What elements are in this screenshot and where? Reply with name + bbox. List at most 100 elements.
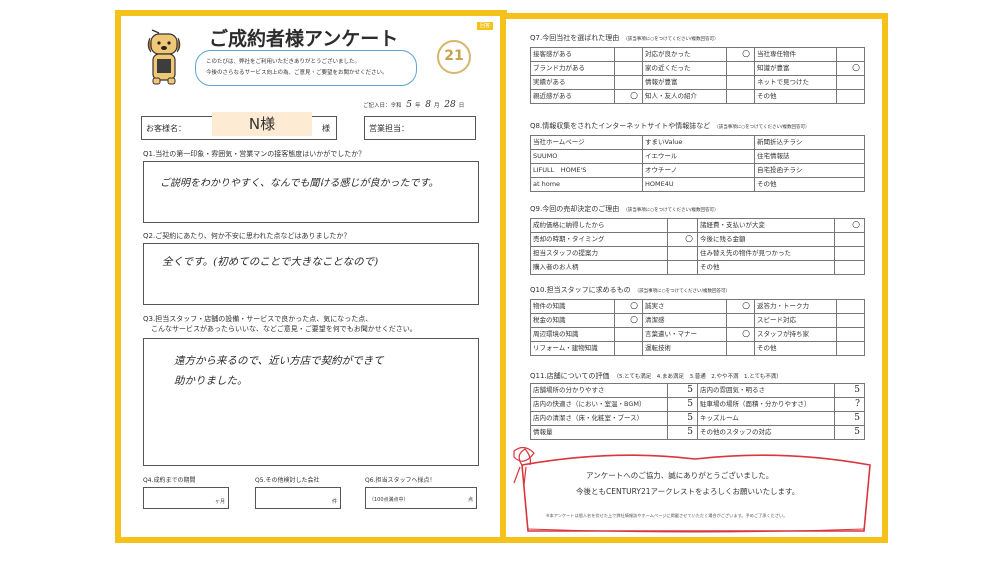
- q11-title: Q11.店舗についての評価: [530, 372, 610, 380]
- q7-mark: ○: [630, 91, 638, 101]
- q11-score: ?: [855, 399, 860, 409]
- q9-cell: 諸経費・支払いが大変: [698, 219, 835, 233]
- q7-question: Q7.今回当社を選ばれた理由 （該当事項に○をつけてください/複数回答可）: [530, 33, 719, 43]
- q7-cell: 親近感がある: [531, 90, 615, 104]
- q9-grid: 成約価格に納得したから 諸経費・支払いが大変 ○ 売却の時期・タイミング ○ 今後に…: [530, 218, 865, 275]
- q10-mark: ○: [630, 315, 638, 325]
- staff-box[interactable]: 営業担当：: [364, 116, 476, 140]
- q11-score: 5: [687, 385, 693, 395]
- q7-cell: 情報が豊富: [643, 76, 727, 90]
- q10-cell: 運転技術: [643, 342, 727, 356]
- intro-bubble: このたびは、弊社をご利用いただきありがとうございました。 今後のさらなるサービス…: [195, 50, 417, 86]
- q7-note: （該当事項に○をつけてください/複数回答可）: [623, 37, 719, 42]
- q7-mark: ○: [742, 49, 750, 59]
- q1-answer-box[interactable]: ご説明をわかりやすく、なんでも聞ける感じが良かったです。: [143, 161, 479, 223]
- q7-cell: 家の近くだった: [643, 62, 727, 76]
- century21-logo: 21: [437, 40, 471, 74]
- date-month: 8: [425, 100, 431, 110]
- q7-cell: その他: [755, 90, 837, 104]
- q9-title: Q9.今回の売却決定のご理由: [530, 205, 620, 213]
- intro-line-2: 今後のさらなるサービス向上の為、ご意見・ご要望をお聞かせください。: [206, 70, 388, 76]
- q9-mark: ○: [852, 220, 860, 230]
- date-day: 28: [444, 100, 456, 110]
- q8-question: Q8.情報収集をされたインターネットサイトや情報誌など （該当事項に○をつけてくだ…: [530, 121, 810, 131]
- q5-answer-box[interactable]: 件: [255, 487, 341, 509]
- thanks-line-1: アンケートへのご協力、誠にありがとうございました。: [586, 471, 774, 480]
- date-year: 5: [406, 100, 412, 110]
- q5-unit: 件: [331, 499, 337, 505]
- survey-page-left: 回答 ご成約者様アンケート このたびは、弊社をご利用いただきありがとうございまし…: [115, 10, 507, 543]
- q3-answer-line-1: 遠方から来るので、近い方店で契約ができて: [174, 355, 384, 367]
- q4-answer-box[interactable]: ヶ月: [143, 487, 229, 509]
- q7-cell: 当社専任物件: [755, 48, 837, 62]
- date-month-unit: 月: [434, 103, 440, 109]
- q1-question: Q1.当社の第一印象・雰囲気・営業マンの接客態度はいかがでしたか？: [143, 150, 366, 158]
- q10-cell: 返答力・トーク力: [755, 300, 837, 314]
- q10-mark: ○: [742, 329, 750, 339]
- customer-suffix: 様: [322, 124, 330, 133]
- customer-name-box[interactable]: お客様名： N様 様: [141, 112, 337, 140]
- q4-question: Q4.成約までの期間: [143, 477, 196, 484]
- q2-answer-box[interactable]: 全くです。(初めてのことで大きなことなので): [143, 243, 479, 305]
- q11-cell: 店舗場所の分かりやすさ: [531, 384, 668, 398]
- q9-cell: 住み替え先の物件が見つかった: [698, 247, 835, 261]
- q10-mark: ○: [630, 301, 638, 311]
- q9-cell: 担当スタッフの提案力: [531, 247, 668, 261]
- corner-tag: 回答: [476, 22, 493, 30]
- date-line: ご記入日：令和 5年 8月 28 日: [363, 101, 464, 111]
- q7-cell: ブランド力がある: [531, 62, 615, 76]
- q8-cell: すまいValue: [643, 136, 755, 150]
- q7-grid: 接客感がある 対応が良かった ○ 当社専任物件 ブランド力がある 家の近くだった …: [530, 47, 865, 104]
- q9-cell: 売却の時期・タイミング: [531, 233, 668, 247]
- q8-cell: 住宅情報誌: [755, 150, 865, 164]
- q6-unit: （100点満点中）: [369, 497, 409, 503]
- dog-mascot-icon: [143, 26, 185, 86]
- q11-cell: キッズルーム: [698, 412, 835, 426]
- q9-cell: 成約価格に納得したから: [531, 219, 668, 233]
- q8-note: （該当事項に○をつけてください/複数回答可）: [714, 125, 810, 130]
- q1-answer: ご説明をわかりやすく、なんでも聞ける感じが良かったです。: [160, 178, 439, 189]
- q11-score: 5: [687, 413, 693, 423]
- date-year-unit: 年: [415, 103, 421, 109]
- q5-question: Q5.その他検討した会社: [255, 477, 320, 484]
- q7-cell: 実績がある: [531, 76, 615, 90]
- q11-score: 5: [854, 413, 860, 423]
- q4-unit: ヶ月: [214, 499, 225, 505]
- q7-cell: ネットで見つけた: [755, 76, 837, 90]
- q10-cell: スピード対応: [755, 314, 837, 328]
- q9-cell: その他: [698, 261, 835, 275]
- q11-grid: 店舗場所の分かりやすさ 5 店内の雰囲気・明るさ 5 店内の快適さ（におい・室温・B…: [530, 383, 865, 440]
- q8-cell: オウチーノ: [643, 164, 755, 178]
- customer-label: お客様名：: [146, 124, 186, 133]
- customer-name: N様: [212, 112, 312, 136]
- q6-answer-box[interactable]: （100点満点中） 点: [365, 487, 477, 509]
- q8-cell: LIFULL HOME'S: [531, 164, 643, 178]
- q8-cell: 当社ホームページ: [531, 136, 643, 150]
- q10-question: Q10.担当スタッフに求めるもの （該当事項に○をつけてください/複数回答可）: [530, 285, 730, 295]
- q11-cell: 駐車場の場所（面積・分かりやすさ）: [698, 398, 835, 412]
- q11-cell: 情報量: [531, 426, 668, 440]
- q10-cell: リフォーム・建物知識: [531, 342, 615, 356]
- q8-cell: HOME4U: [643, 178, 755, 192]
- q7-cell: 知人・友人の紹介: [643, 90, 727, 104]
- q2-answer: 全くです。(初めてのことで大きなことなので): [162, 256, 379, 268]
- q7-title: Q7.今回当社を選ばれた理由: [530, 34, 620, 42]
- q11-score: 5: [854, 427, 860, 437]
- thanks-line-2: 今後ともCENTURY21アークレストをよろしくお願いいたします。: [576, 487, 800, 496]
- q8-cell: at home: [531, 178, 643, 192]
- q8-grid: 当社ホームページ すまいValue 新聞折込チラシ SUUMO イエウール 住宅情報誌 …: [530, 135, 865, 192]
- q10-note: （該当事項に○をつけてください/複数回答可）: [634, 289, 730, 294]
- q8-cell: イエウール: [643, 150, 755, 164]
- q10-grid: 物件の知識 ○ 誠実さ ○ 返答力・トーク力 税金の知識 ○ 清潔感 スピード対応 周…: [530, 299, 865, 356]
- q3-answer-box[interactable]: 遠方から来るので、近い方店で契約ができて 助かりました。: [143, 338, 479, 466]
- q9-note: （該当事項に○をつけてください/複数回答可）: [623, 208, 719, 213]
- q7-mark: ○: [852, 63, 860, 73]
- q7-cell: 知識が豊富: [755, 62, 837, 76]
- page-title: ご成約者様アンケート: [209, 28, 399, 50]
- q8-cell: 新聞折込チラシ: [755, 136, 865, 150]
- q10-cell: 税金の知識: [531, 314, 615, 328]
- q3-question-line-2: こんなサービスがあったらいいな、などご意見・ご要望を何でもお聞かせください。: [151, 325, 417, 333]
- staff-label: 営業担当：: [369, 124, 409, 133]
- q9-question: Q9.今回の売却決定のご理由 （該当事項に○をつけてください/複数回答可）: [530, 204, 719, 214]
- q9-cell: 購入者のお人柄: [531, 261, 668, 275]
